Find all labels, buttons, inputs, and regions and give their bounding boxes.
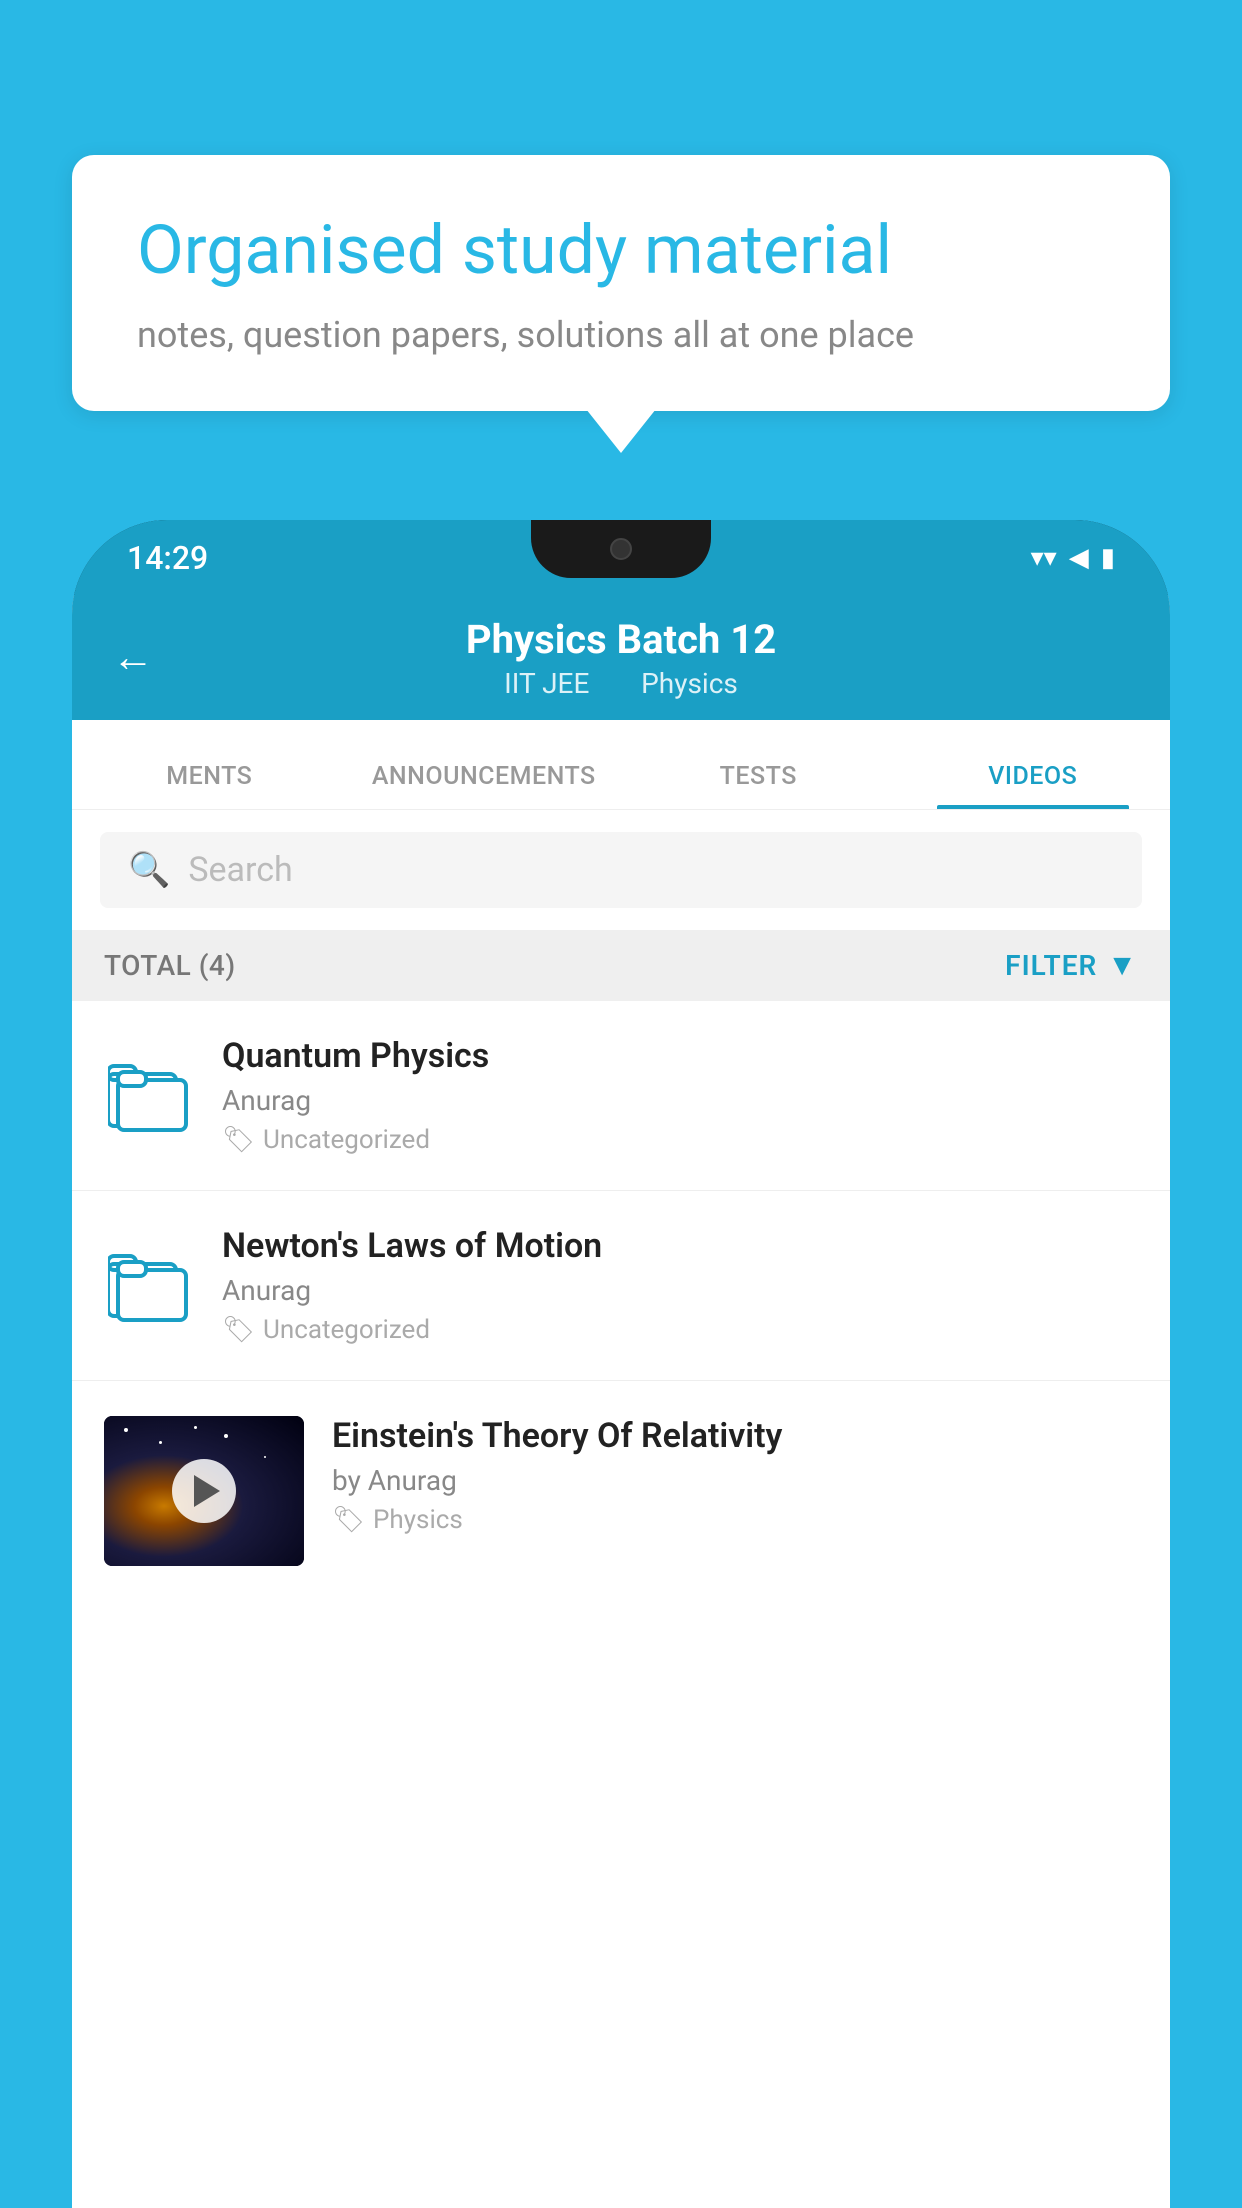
play-button[interactable] <box>172 1459 236 1523</box>
play-triangle-icon <box>194 1475 220 1507</box>
item-tag: 🏷 Uncategorized <box>222 1125 1138 1155</box>
battery-icon: ▮ <box>1101 543 1115 573</box>
app-bar: ← Physics Batch 12 IIT JEE Physics <box>72 595 1170 720</box>
bubble-title: Organised study material <box>137 210 1105 292</box>
status-time: 14:29 <box>127 539 208 577</box>
tab-videos[interactable]: VIDEOS <box>896 762 1171 809</box>
total-count: TOTAL (4) <box>104 949 236 982</box>
camera <box>610 538 632 560</box>
video-list: Quantum Physics Anurag 🏷 Uncategorized <box>72 1001 1170 1601</box>
tab-announcements[interactable]: ANNOUNCEMENTS <box>347 762 622 809</box>
tab-ments[interactable]: MENTS <box>72 762 347 809</box>
speech-bubble: Organised study material notes, question… <box>72 155 1170 411</box>
item-author: Anurag <box>222 1274 1138 1307</box>
item-author: by Anurag <box>332 1464 1138 1497</box>
tab-tests[interactable]: TESTS <box>621 762 896 809</box>
star <box>264 1456 266 1458</box>
item-details: Quantum Physics Anurag 🏷 Uncategorized <box>222 1036 1138 1155</box>
video-thumbnail <box>104 1416 304 1566</box>
phone-inner: ← Physics Batch 12 IIT JEE Physics MENTS… <box>72 595 1170 2208</box>
item-details: Newton's Laws of Motion Anurag 🏷 Uncateg… <box>222 1226 1138 1345</box>
tag-icon: 🏷 <box>332 1505 365 1535</box>
search-icon: 🔍 <box>128 850 170 890</box>
folder-icon-wrap <box>104 1241 194 1331</box>
notch <box>531 520 711 578</box>
app-bar-title-wrap: Physics Batch 12 IIT JEE Physics <box>466 616 776 700</box>
item-author: Anurag <box>222 1084 1138 1117</box>
star <box>194 1426 197 1429</box>
star <box>159 1441 162 1444</box>
star <box>224 1434 228 1438</box>
status-icons: ▾▾ ◀ ▮ <box>1031 543 1115 573</box>
tabs: MENTS ANNOUNCEMENTS TESTS VIDEOS <box>72 720 1170 810</box>
folder-icon <box>108 1058 190 1133</box>
star <box>124 1428 128 1432</box>
item-title: Einstein's Theory Of Relativity <box>332 1416 1138 1456</box>
item-tag: 🏷 Physics <box>332 1505 1138 1535</box>
subtitle-iitjee: IIT JEE <box>504 667 589 700</box>
item-details: Einstein's Theory Of Relativity by Anura… <box>332 1416 1138 1535</box>
list-item[interactable]: Einstein's Theory Of Relativity by Anura… <box>72 1381 1170 1601</box>
tag-icon: 🏷 <box>222 1315 255 1345</box>
tag-icon: 🏷 <box>222 1125 255 1155</box>
search-bar[interactable]: 🔍 Search <box>100 832 1142 908</box>
phone-frame: 14:29 ▾▾ ◀ ▮ ← Physics Batch 12 IIT JEE … <box>72 520 1170 2208</box>
app-bar-subtitle: IIT JEE Physics <box>466 667 776 700</box>
item-tag: 🏷 Uncategorized <box>222 1315 1138 1345</box>
filter-button[interactable]: FILTER ▼ <box>1005 948 1138 983</box>
item-title: Newton's Laws of Motion <box>222 1226 1138 1266</box>
status-bar: 14:29 ▾▾ ◀ ▮ <box>72 520 1170 595</box>
filter-funnel-icon: ▼ <box>1107 948 1138 983</box>
subtitle-physics: Physics <box>641 667 738 700</box>
list-item[interactable]: Quantum Physics Anurag 🏷 Uncategorized <box>72 1001 1170 1191</box>
wifi-icon: ▾▾ <box>1031 543 1057 573</box>
bubble-subtitle: notes, question papers, solutions all at… <box>137 314 1105 356</box>
search-container: 🔍 Search <box>72 810 1170 930</box>
signal-icon: ◀ <box>1069 543 1089 573</box>
app-bar-title: Physics Batch 12 <box>466 616 776 663</box>
folder-icon <box>108 1248 190 1323</box>
folder-icon-wrap <box>104 1051 194 1141</box>
back-button[interactable]: ← <box>112 633 154 682</box>
item-title: Quantum Physics <box>222 1036 1138 1076</box>
search-placeholder: Search <box>188 850 292 890</box>
list-item[interactable]: Newton's Laws of Motion Anurag 🏷 Uncateg… <box>72 1191 1170 1381</box>
filter-bar: TOTAL (4) FILTER ▼ <box>72 930 1170 1001</box>
